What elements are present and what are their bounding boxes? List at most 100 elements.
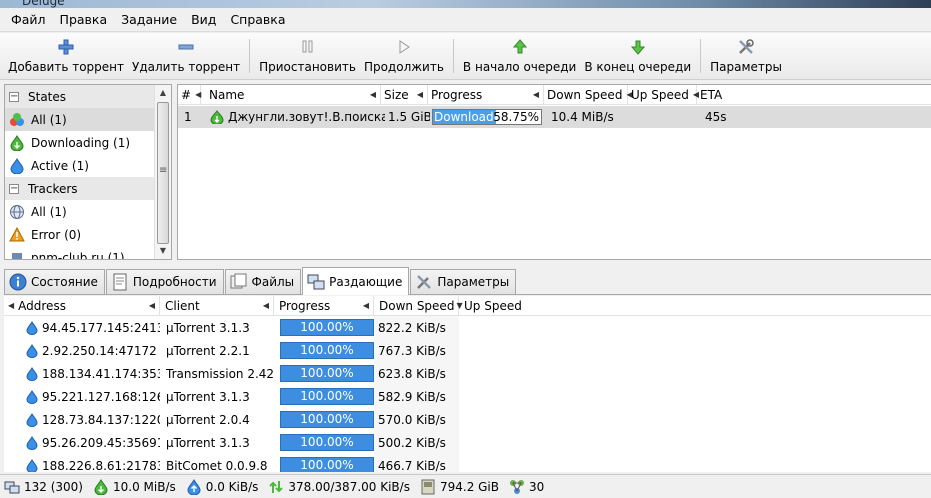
peer-address-cell: 95.26.209.45:35691 xyxy=(4,436,160,450)
status-free-space[interactable]: 794.2 GiB xyxy=(420,479,499,495)
sidebar-scrollbar[interactable]: ▲ ▼ xyxy=(154,85,171,259)
peer-row[interactable]: 128.73.84.137:12200 µTorrent 2.0.4 100.00%… xyxy=(4,408,931,431)
menu-bar: Файл Правка Задание Вид Справка xyxy=(0,8,931,32)
queue-down-button[interactable]: В конец очереди xyxy=(580,33,695,79)
preferences-button[interactable]: Параметры xyxy=(706,33,786,79)
column-peer-up-speed[interactable]: Up Speed xyxy=(459,296,559,316)
status-connections[interactable]: 132 (300) xyxy=(4,479,83,495)
sidebar-item-downloading[interactable]: Downloading (1) xyxy=(5,131,154,154)
menu-file[interactable]: Файл xyxy=(4,8,53,32)
tab-status[interactable]: Состояние xyxy=(4,269,105,294)
status-dht-nodes[interactable]: 30 xyxy=(509,479,544,495)
peer-down-speed: 570.0 KiB/s xyxy=(374,408,459,431)
peer-address-cell: 2.92.250.14:47172 xyxy=(4,344,160,358)
column-client[interactable]: Client ◀ xyxy=(160,296,274,316)
menu-edit[interactable]: Правка xyxy=(53,8,115,32)
column-down-speed[interactable]: Down Speed ◀ xyxy=(544,84,633,105)
tab-options[interactable]: Параметры xyxy=(410,269,517,294)
downloading-icon xyxy=(9,134,25,151)
pause-icon xyxy=(300,38,316,56)
torrent-name: Джунгли.зовут!.В.поисках.Марсупилами xyxy=(228,110,385,124)
peer-address-cell: 95.221.127.168:12662 xyxy=(4,390,160,404)
sort-arrow-icon: ◀ xyxy=(148,301,155,310)
column-up-speed[interactable]: Up Speed ◀ xyxy=(628,84,699,105)
status-download-speed[interactable]: 10.0 MiB/s xyxy=(93,478,176,495)
sidebar-trackers-header[interactable]: − Trackers xyxy=(5,177,154,200)
tab-files[interactable]: Файлы xyxy=(224,269,302,294)
queue-down-icon xyxy=(630,38,646,56)
warning-icon xyxy=(9,226,25,243)
details-tabs: Состояние Подробности Файлы Раздающие Па… xyxy=(4,267,931,295)
peer-row[interactable]: 188.134.41.174:35373 Transmission 2.42 100… xyxy=(4,362,931,385)
column-progress[interactable]: Progress ◀ xyxy=(428,84,544,105)
sort-arrow-icon: ◀ xyxy=(362,301,369,310)
peer-rows: 94.45.177.145:24130 µTorrent 3.1.3 100.00%… xyxy=(4,316,931,472)
peer-progress-cell: 100.00% xyxy=(274,342,374,359)
scroll-thumb[interactable] xyxy=(157,102,169,244)
tab-peers[interactable]: Раздающие xyxy=(302,267,410,295)
sidebar-item-error[interactable]: Error (0) xyxy=(5,223,154,246)
peer-progress-cell: 100.00% xyxy=(274,434,374,451)
sidebar-item-all-states[interactable]: All (1) xyxy=(5,108,154,131)
column-eta[interactable]: ETA xyxy=(697,85,777,105)
add-icon xyxy=(58,38,74,56)
menu-view[interactable]: Вид xyxy=(184,8,223,32)
scroll-up-icon[interactable]: ▲ xyxy=(155,85,171,101)
add-torrent-button[interactable]: Добавить торрент xyxy=(4,33,128,79)
peer-down-speed: 623.8 KiB/s xyxy=(374,362,459,385)
column-address[interactable]: ◀ Address ◀ xyxy=(4,296,160,316)
peer-progress-cell: 100.00% xyxy=(274,388,374,405)
peer-progress-cell: 100.00% xyxy=(274,457,374,472)
options-icon xyxy=(415,273,433,291)
sort-arrow-icon: ◀ xyxy=(8,301,15,310)
queue-up-button[interactable]: В начало очереди xyxy=(459,33,580,79)
pause-button[interactable]: Приостановить xyxy=(255,33,360,79)
resume-button[interactable]: Продолжить xyxy=(360,33,448,79)
tab-details[interactable]: Подробности xyxy=(105,269,224,294)
collapse-icon[interactable]: − xyxy=(9,183,19,194)
torrent-down-speed: 10.4 MiB/s xyxy=(551,110,614,124)
upload-speed-icon xyxy=(186,478,202,495)
sidebar-item-active[interactable]: Active (1) xyxy=(5,154,154,177)
collapse-icon[interactable]: − xyxy=(9,91,19,102)
peer-progress-bar: 100.00% xyxy=(280,388,374,405)
peer-icon xyxy=(26,458,38,472)
peer-down-speed: 466.7 KiB/s xyxy=(374,454,459,472)
remove-torrent-button[interactable]: Удалить торрент xyxy=(128,33,244,79)
menu-torrent[interactable]: Задание xyxy=(114,8,184,32)
column-name[interactable]: Name ◀ xyxy=(201,84,381,105)
torrent-row[interactable]: 1 Джунгли.зовут!.В.поисках.Марсупилами 1… xyxy=(178,106,931,128)
sidebar-item-all-trackers[interactable]: All (1) xyxy=(5,200,154,223)
torrent-eta: 45s xyxy=(705,110,727,124)
peer-row[interactable]: 95.26.209.45:35691 µTorrent 3.1.3 100.00% 5… xyxy=(4,431,931,454)
peer-icon xyxy=(26,343,38,358)
scroll-down-icon[interactable]: ▼ xyxy=(155,243,171,259)
sidebar-item-tracker[interactable]: pnm-club.ru (1) xyxy=(5,246,154,259)
peer-row[interactable]: 2.92.250.14:47172 µTorrent 2.2.1 100.00% 76… xyxy=(4,339,931,362)
preferences-icon xyxy=(737,38,755,56)
peer-address: 2.92.250.14:47172 xyxy=(42,343,157,358)
status-protocol-traffic[interactable]: 378.00/387.00 KiB/s xyxy=(268,479,410,495)
protocol-traffic-icon xyxy=(268,479,284,495)
status-upload-speed[interactable]: 0.0 KiB/s xyxy=(186,478,258,495)
peer-down-speed: 500.2 KiB/s xyxy=(374,431,459,454)
peer-progress-bar: 100.00% xyxy=(280,457,374,472)
peer-address: 188.226.8.61:21783 xyxy=(42,458,160,473)
peer-row[interactable]: 188.226.8.61:21783 BitComet 0.0.9.8 100.00… xyxy=(4,454,931,472)
column-peer-progress[interactable]: Progress ◀ xyxy=(274,296,374,316)
column-size[interactable]: Size ◀ xyxy=(381,84,428,105)
peer-row[interactable]: 95.221.127.168:12662 µTorrent 3.1.3 100.00… xyxy=(4,385,931,408)
menu-help[interactable]: Справка xyxy=(223,8,292,32)
sidebar-states-header[interactable]: − States xyxy=(5,85,154,108)
column-number[interactable]: # ◀ xyxy=(178,84,201,105)
peer-row[interactable]: 94.45.177.145:24130 µTorrent 3.1.3 100.00%… xyxy=(4,316,931,339)
column-peer-down-speed[interactable]: Down Speed ▼ xyxy=(374,296,463,316)
torrent-progress-bar: Downloading 58.75% xyxy=(432,109,542,125)
peer-icon xyxy=(26,366,38,381)
toolbar-separator xyxy=(249,39,251,73)
toolbar: Добавить торрент Удалить торрент Приоста… xyxy=(0,33,931,80)
info-icon xyxy=(9,273,27,291)
peer-down-speed: 582.9 KiB/s xyxy=(374,385,459,408)
toolbar-separator xyxy=(700,39,702,73)
globe-icon xyxy=(9,204,25,220)
